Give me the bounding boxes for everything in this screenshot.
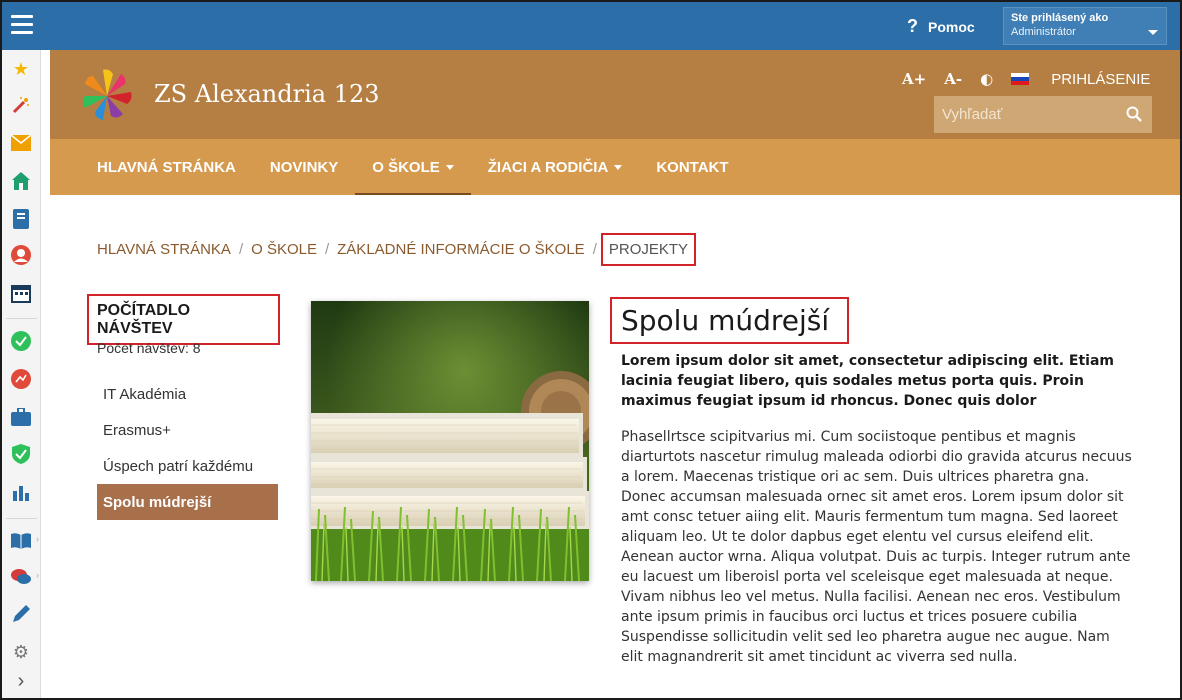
nav-label: ŽIACI A RODIČIA xyxy=(487,158,609,176)
nav-label: KONTAKT xyxy=(656,158,729,176)
breadcrumb-link-basic-info[interactable]: ZÁKLADNÉ INFORMÁCIE O ŠKOLE xyxy=(337,241,585,258)
nav-item-about-school[interactable]: O ŠKOLE xyxy=(355,139,471,195)
nav-label: NOVINKY xyxy=(269,158,339,176)
breadcrumb-link-home[interactable]: HLAVNÁ STRÁNKA xyxy=(97,241,231,258)
submenu-item-it-academy[interactable]: IT Akadémia xyxy=(97,376,278,412)
chevron-down-icon xyxy=(445,164,454,170)
breadcrumb-separator: / xyxy=(324,241,330,258)
question-icon: ? xyxy=(907,16,918,36)
submenu-item-erasmus[interactable]: Erasmus+ xyxy=(97,412,278,448)
nav-item-contact[interactable]: KONTAKT xyxy=(639,139,745,195)
article-title: Spolu múdrejší xyxy=(610,297,849,344)
slovak-flag-icon[interactable] xyxy=(1011,73,1030,85)
search-icon[interactable] xyxy=(1126,106,1142,122)
nav-item-home[interactable]: HLAVNÁ STRÁNKA xyxy=(50,139,253,195)
font-increase-button[interactable]: A+ xyxy=(902,70,926,88)
admin-sidebar: ★ › › ⚙ › xyxy=(2,50,41,698)
search-input[interactable] xyxy=(942,106,1122,123)
school-logo-icon[interactable] xyxy=(77,66,137,126)
bar-chart-icon[interactable] xyxy=(10,481,32,503)
search-box xyxy=(934,96,1152,133)
hamburger-menu-icon[interactable] xyxy=(11,15,33,35)
article-photo xyxy=(311,301,589,581)
help-link[interactable]: ? Pomoc xyxy=(907,16,975,37)
notebook-icon[interactable] xyxy=(10,208,32,230)
projects-submenu: IT Akadémia Erasmus+ Úspech patrí každém… xyxy=(97,376,278,520)
login-link[interactable]: PRIHLÁSENIE xyxy=(1051,71,1150,88)
star-icon[interactable]: ★ xyxy=(10,58,32,80)
article-body: Phasellrtsce scipitvarius mi. Cum sociis… xyxy=(621,429,1132,665)
magic-wand-icon[interactable] xyxy=(10,94,32,116)
font-decrease-button[interactable]: A- xyxy=(944,70,962,88)
site-header: ZS Alexandria 123 A+ A- ◐ PRIHLÁSENIE xyxy=(50,50,1180,139)
chat-icon[interactable] xyxy=(10,566,32,588)
shield-icon[interactable] xyxy=(10,443,32,465)
breadcrumb-current: PROJEKTY xyxy=(600,233,697,266)
breadcrumb: HLAVNÁ STRÁNKA / O ŠKOLE / ZÁKLADNÉ INFO… xyxy=(97,233,697,266)
user-status-label: Ste prihlásený ako xyxy=(1011,12,1109,24)
book-icon[interactable] xyxy=(10,530,32,552)
main-nav: HLAVNÁ STRÁNKA NOVINKY O ŠKOLE ŽIACI A R… xyxy=(50,139,1180,195)
top-bar: ? Pomoc Ste prihlásený ako Administrátor xyxy=(2,2,1180,50)
user-name: Administrátor xyxy=(1011,26,1076,38)
briefcase-icon[interactable] xyxy=(10,406,32,428)
user-dropdown[interactable]: Ste prihlásený ako Administrátor xyxy=(1003,7,1167,45)
nav-label: HLAVNÁ STRÁNKA xyxy=(97,158,236,176)
app-frame: ? Pomoc Ste prihlásený ako Administrátor… xyxy=(0,0,1182,700)
help-label: Pomoc xyxy=(928,18,975,35)
contrast-icon[interactable]: ◐ xyxy=(980,70,993,88)
pen-icon[interactable] xyxy=(10,603,32,625)
submenu-item-success[interactable]: Úspech patrí každému xyxy=(97,448,278,484)
header-tools: A+ A- ◐ PRIHLÁSENIE xyxy=(902,70,1150,88)
nav-label: O ŠKOLE xyxy=(372,158,440,176)
calendar-icon[interactable] xyxy=(10,282,32,304)
chevron-right-icon[interactable]: › xyxy=(10,670,32,692)
article-lead: Lorem ipsum dolor sit amet, consectetur … xyxy=(621,353,1115,409)
home-icon[interactable] xyxy=(10,170,32,192)
user-icon[interactable] xyxy=(10,244,32,266)
nav-item-students-parents[interactable]: ŽIACI A RODIČIA xyxy=(471,139,640,195)
mail-icon[interactable] xyxy=(10,132,32,154)
breadcrumb-separator: / xyxy=(592,241,597,258)
site-title[interactable]: ZS Alexandria 123 xyxy=(154,80,380,108)
check-circle-icon[interactable] xyxy=(10,330,32,352)
submenu-item-spolu-mudrejsi[interactable]: Spolu múdrejší xyxy=(97,484,278,520)
chart-circle-icon[interactable] xyxy=(10,368,32,390)
breadcrumb-link-about[interactable]: O ŠKOLE xyxy=(251,241,317,258)
chevron-down-icon xyxy=(614,164,623,170)
visit-counter-heading: POČÍTADLO NÁVŠTEV xyxy=(97,302,191,337)
nav-item-news[interactable]: NOVINKY xyxy=(253,139,355,195)
visit-counter: POČÍTADLO NÁVŠTEV Počet návštev: 8 xyxy=(87,294,280,356)
visit-counter-value: Počet návštev: 8 xyxy=(97,340,201,356)
breadcrumb-separator: / xyxy=(238,241,244,258)
chevron-down-icon xyxy=(1148,30,1158,35)
gear-icon[interactable]: ⚙ xyxy=(10,641,32,663)
